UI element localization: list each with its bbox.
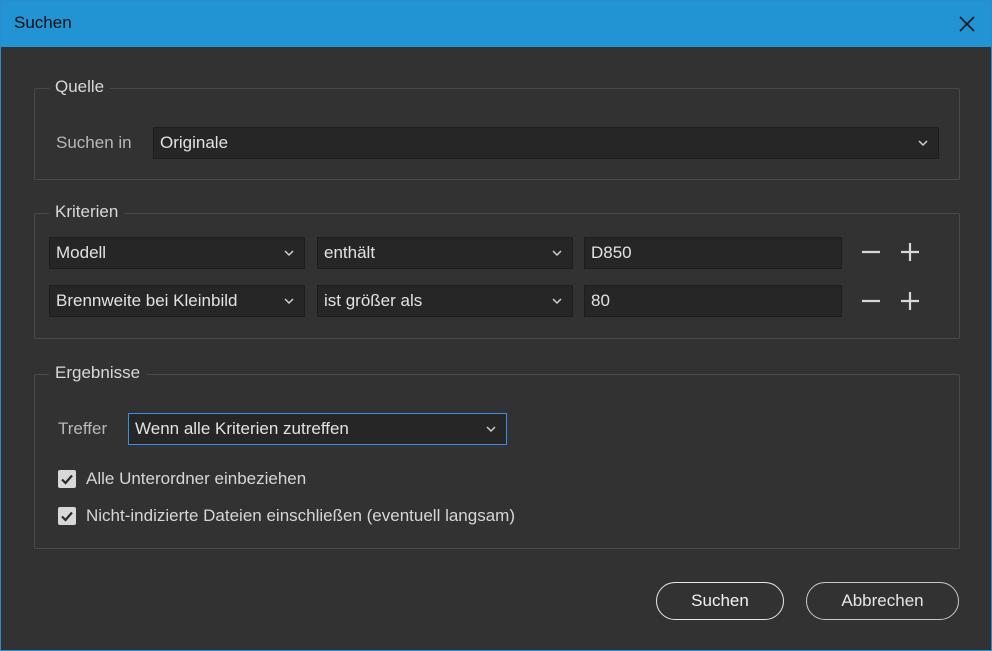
search-dialog: Suchen Quelle Suchen in Originale Kriter… <box>0 0 992 651</box>
chevron-down-icon <box>486 426 496 433</box>
search-in-label: Suchen in <box>56 133 132 152</box>
search-in-value: Originale <box>160 133 229 152</box>
title-bar: Suchen <box>1 1 991 47</box>
include-unindexed-checkbox[interactable]: Nicht-indizierte Dateien einschließen (e… <box>58 506 515 526</box>
criteria-field-value: Brennweite bei Kleinbild <box>56 291 238 310</box>
criteria-value-text: D850 <box>591 243 632 262</box>
add-criterion-button-2[interactable] <box>898 289 922 313</box>
source-legend: Quelle <box>49 77 111 97</box>
include-unindexed-label: Nicht-indizierte Dateien einschließen (e… <box>86 506 515 525</box>
criteria-field-select-2[interactable]: Brennweite bei Kleinbild <box>49 285 305 317</box>
cancel-button[interactable]: Abbrechen <box>806 582 959 620</box>
match-select[interactable]: Wenn alle Kriterien zutreffen <box>128 413 507 445</box>
search-button[interactable]: Suchen <box>656 582 784 620</box>
close-icon <box>959 16 975 32</box>
chevron-down-icon <box>918 140 928 147</box>
plus-icon <box>901 292 919 310</box>
criteria-group <box>34 213 960 339</box>
chevron-down-icon <box>552 298 562 305</box>
chevron-down-icon <box>552 250 562 257</box>
include-subfolders-label: Alle Unterordner einbeziehen <box>86 469 307 488</box>
close-button[interactable] <box>947 5 987 43</box>
criteria-value-text: 80 <box>591 291 610 310</box>
match-value: Wenn alle Kriterien zutreffen <box>135 419 349 438</box>
search-in-select[interactable]: Originale <box>153 127 939 159</box>
add-criterion-button-1[interactable] <box>898 240 922 264</box>
remove-criterion-button-1[interactable] <box>859 240 883 264</box>
criteria-value-input-2[interactable]: 80 <box>584 285 842 317</box>
plus-icon <box>901 243 919 261</box>
criteria-field-value: Modell <box>56 243 107 262</box>
chevron-down-icon <box>284 250 294 257</box>
remove-criterion-button-2[interactable] <box>859 289 883 313</box>
criteria-value-input-1[interactable]: D850 <box>584 237 842 269</box>
chevron-down-icon <box>284 298 294 305</box>
criteria-operator-value: ist größer als <box>324 291 423 310</box>
criteria-operator-select-1[interactable]: enthält <box>317 237 573 269</box>
checkbox-checked-icon <box>58 507 76 525</box>
criteria-operator-select-2[interactable]: ist größer als <box>317 285 573 317</box>
minus-icon <box>862 250 880 254</box>
include-subfolders-checkbox[interactable]: Alle Unterordner einbeziehen <box>58 469 306 489</box>
criteria-field-select-1[interactable]: Modell <box>49 237 305 269</box>
dialog-title: Suchen <box>14 13 72 32</box>
criteria-operator-value: enthält <box>324 243 376 262</box>
checkbox-checked-icon <box>58 470 76 488</box>
criteria-legend: Kriterien <box>49 202 125 222</box>
results-legend: Ergebnisse <box>49 363 147 383</box>
minus-icon <box>862 299 880 303</box>
match-label: Treffer <box>58 419 108 438</box>
